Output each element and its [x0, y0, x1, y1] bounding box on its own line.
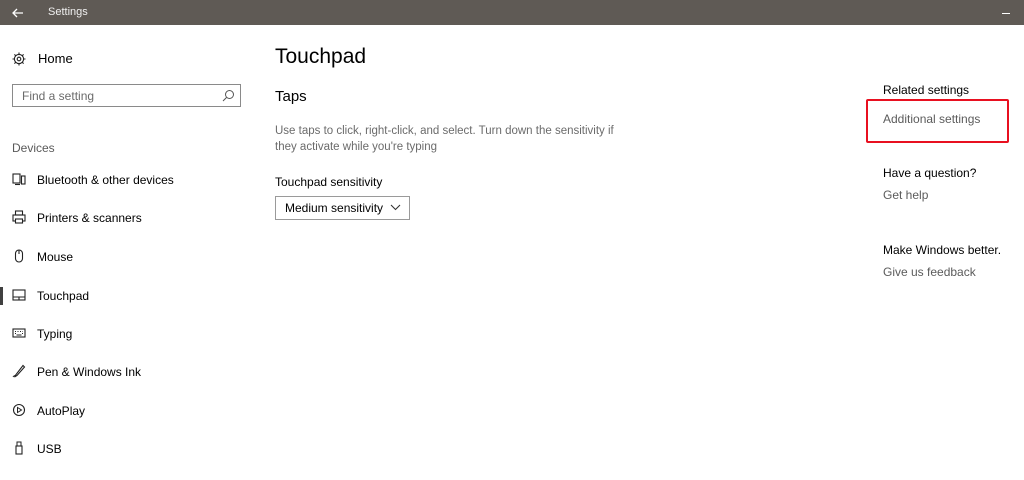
related-settings-heading: Related settings — [883, 83, 970, 97]
gear-icon — [12, 52, 26, 65]
sidebar-item-label: Touchpad — [37, 289, 90, 303]
keyboard-icon — [12, 328, 26, 338]
page-title: Touchpad — [275, 45, 367, 68]
sidebar-item-pen[interactable]: Pen & Windows Ink — [0, 359, 250, 385]
sidebar-item-usb[interactable]: USB — [0, 436, 250, 462]
search-box[interactable] — [12, 84, 241, 107]
section-title-taps: Taps — [275, 88, 307, 105]
home-nav-item[interactable]: Home — [12, 51, 73, 66]
sidebar-item-printers[interactable]: Printers & scanners — [0, 205, 250, 231]
title-bar: Settings — [0, 0, 1024, 25]
sidebar-item-label: Printers & scanners — [37, 211, 142, 225]
active-indicator — [0, 287, 3, 305]
sidebar-item-label: Pen & Windows Ink — [37, 365, 142, 379]
sidebar-item-label: USB — [37, 442, 62, 456]
sidebar: Home Devices Bluetooth & other devices P… — [0, 25, 250, 480]
sensitivity-label: Touchpad sensitivity — [275, 175, 383, 189]
sensitivity-value: Medium sensitivity — [285, 201, 384, 215]
sidebar-item-label: Mouse — [37, 250, 74, 264]
sidebar-item-bluetooth[interactable]: Bluetooth & other devices — [0, 167, 250, 193]
bluetooth-devices-icon — [12, 173, 26, 186]
printer-icon — [12, 210, 26, 224]
back-arrow-icon — [12, 8, 23, 17]
minimize-button[interactable] — [1002, 13, 1010, 14]
touchpad-icon — [12, 289, 26, 301]
search-input[interactable] — [13, 85, 227, 106]
autoplay-icon — [12, 403, 26, 417]
sidebar-item-mouse[interactable]: Mouse — [0, 244, 250, 270]
question-heading: Have a question? — [883, 166, 977, 180]
window-title: Settings — [48, 6, 88, 18]
make-windows-better-heading: Make Windows better. — [883, 243, 1002, 257]
mouse-icon — [14, 249, 24, 263]
sidebar-item-label: Typing — [37, 327, 73, 341]
devices-group-label: Devices — [12, 141, 55, 155]
search-icon[interactable] — [222, 89, 235, 102]
home-label: Home — [38, 51, 73, 66]
taps-description: Use taps to click, right-click, and sele… — [275, 125, 614, 153]
give-feedback-link[interactable]: Give us feedback — [883, 265, 976, 279]
chevron-down-icon — [390, 204, 401, 211]
sidebar-item-touchpad[interactable]: Touchpad — [0, 283, 250, 309]
sidebar-item-typing[interactable]: Typing — [0, 321, 250, 347]
highlight-box — [866, 99, 1009, 143]
sidebar-item-autoplay[interactable]: AutoPlay — [0, 398, 250, 424]
get-help-link[interactable]: Get help — [883, 188, 928, 202]
back-button[interactable] — [0, 0, 36, 25]
sidebar-item-label: AutoPlay — [37, 404, 86, 418]
sensitivity-dropdown[interactable]: Medium sensitivity — [275, 196, 410, 220]
sidebar-item-label: Bluetooth & other devices — [37, 173, 174, 187]
usb-icon — [15, 441, 23, 455]
pen-icon — [12, 364, 26, 378]
